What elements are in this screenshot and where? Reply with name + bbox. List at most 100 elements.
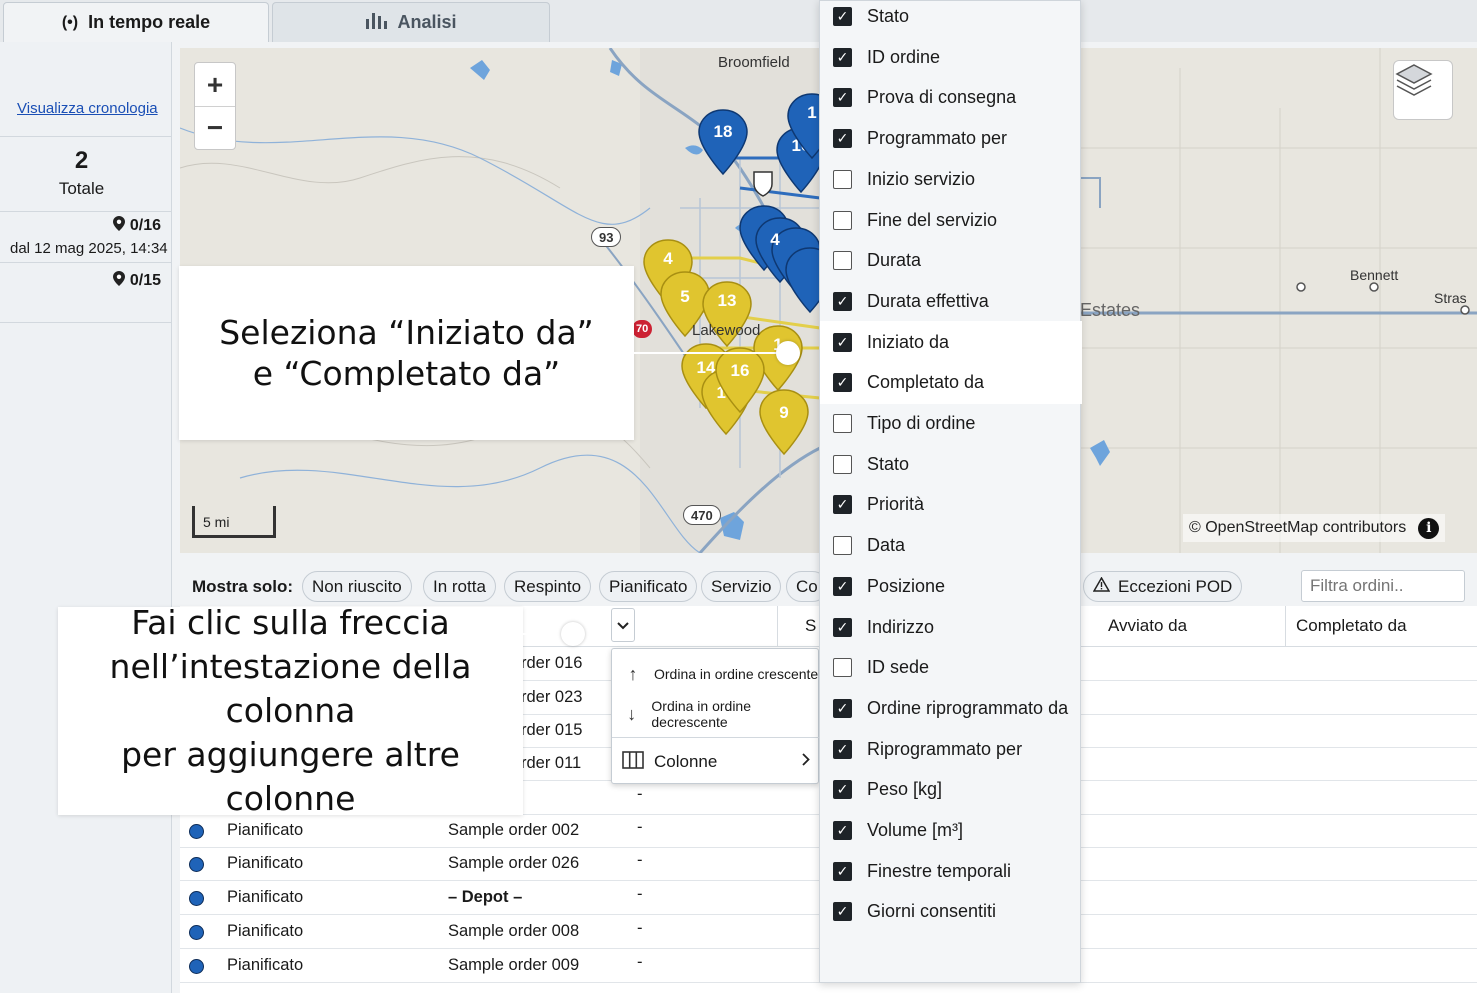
arrow-up-icon: ↑ xyxy=(628,663,638,684)
route-start-time: dal 12 mag 2025, 14:34 xyxy=(10,240,168,257)
callout-pointer xyxy=(776,341,800,365)
checkbox-checked[interactable]: ✓ xyxy=(833,902,852,922)
route-progress-2-value: 0/15 xyxy=(129,272,161,289)
column-option[interactable]: ✓ Durata effettiva xyxy=(820,281,1082,322)
cell-value: - xyxy=(637,818,643,836)
view-history-link[interactable]: Visualizza cronologia xyxy=(17,100,158,117)
column-option[interactable]: Data xyxy=(820,525,1082,566)
column-option-label: Finestre temporali xyxy=(867,860,1012,881)
tab-bar: (•) In tempo reale Analisi xyxy=(0,0,1477,42)
column-option[interactable]: Inizio servizio xyxy=(820,159,1082,200)
divider xyxy=(0,322,172,323)
column-option[interactable]: ✓ Riprogrammato per xyxy=(820,729,1082,770)
checkbox-checked[interactable]: ✓ xyxy=(833,821,852,840)
checkbox-checked[interactable]: ✓ xyxy=(833,780,852,800)
column-option[interactable]: Stato xyxy=(820,444,1082,485)
checkbox-checked[interactable]: ✓ xyxy=(833,7,852,26)
filter-chip-pod-exceptions[interactable]: Eccezioni POD xyxy=(1083,571,1243,602)
column-option[interactable]: ✓ Completato da xyxy=(820,362,1082,404)
column-option[interactable]: ✓ Stato xyxy=(820,0,1082,37)
cell-value: - xyxy=(637,919,643,937)
columns-submenu-item[interactable]: Colonne xyxy=(612,739,820,785)
column-option[interactable]: ✓ Posizione xyxy=(820,566,1082,607)
column-option[interactable]: ✓ Prova di consegna xyxy=(820,77,1082,118)
tab-realtime-label: In tempo reale xyxy=(88,12,211,32)
checkbox-checked[interactable]: ✓ xyxy=(833,332,852,352)
tab-analytics[interactable]: Analisi xyxy=(272,2,550,42)
map-scale: 5 mi xyxy=(192,506,276,538)
column-option-label: Posizione xyxy=(867,575,946,596)
route-progress-1[interactable]: 0/16 xyxy=(113,216,161,235)
status-dot xyxy=(189,857,204,872)
checkbox-checked[interactable]: ✓ xyxy=(833,47,852,67)
column-option[interactable]: ✓ Priorità xyxy=(820,484,1082,525)
column-header-started-by[interactable]: Avviato da xyxy=(1108,616,1187,636)
filter-chip-pod-label: Eccezioni POD xyxy=(1118,576,1233,596)
cell-value: - xyxy=(637,953,643,971)
callout-line: Fai clic sulla freccia xyxy=(131,603,450,642)
checkbox-checked[interactable]: ✓ xyxy=(833,698,852,718)
layers-button[interactable] xyxy=(1393,60,1453,120)
checkbox-unchecked[interactable] xyxy=(833,658,852,678)
filter-chip-service[interactable]: Servizio xyxy=(701,571,782,602)
tab-realtime[interactable]: (•) In tempo reale xyxy=(3,2,269,42)
column-option[interactable]: ✓ Indirizzo xyxy=(820,607,1082,648)
column-option[interactable]: ✓ Finestre temporali xyxy=(820,851,1082,892)
column-option[interactable]: Fine del servizio xyxy=(820,200,1082,241)
svg-text:9: 9 xyxy=(779,403,788,422)
zoom-in-button[interactable]: + xyxy=(195,63,235,106)
sort-ascending-item[interactable]: ↑ Ordina in ordine crescente xyxy=(612,657,820,691)
column-header-completed-by[interactable]: Completato da xyxy=(1296,616,1407,636)
column-option-label: ID sede xyxy=(867,657,930,678)
checkbox-unchecked[interactable] xyxy=(833,414,852,433)
order-filter-input[interactable] xyxy=(1301,570,1465,602)
checkbox-checked[interactable]: ✓ xyxy=(833,739,852,759)
checkbox-unchecked[interactable] xyxy=(833,210,852,230)
callout-text: Seleziona “Iniziato da” e “Completato da… xyxy=(219,312,594,394)
filter-chip-en-route[interactable]: In rotta xyxy=(423,571,496,602)
checkbox-checked[interactable]: ✓ xyxy=(833,495,852,515)
sort-descending-item[interactable]: ↓ Ordina in ordine decrescente xyxy=(612,697,820,731)
columns-panel: ✓ Stato ✓ ID ordine ✓ Prova di consegna ✓ Progr… xyxy=(819,0,1082,983)
checkbox-unchecked[interactable] xyxy=(833,251,852,271)
checkbox-checked[interactable]: ✓ xyxy=(833,88,852,108)
place-label: Stras xyxy=(1434,290,1467,306)
checkbox-unchecked[interactable] xyxy=(833,169,852,189)
column-option[interactable]: ID sede xyxy=(820,647,1082,688)
checkbox-checked[interactable]: ✓ xyxy=(833,129,852,149)
checkbox-checked[interactable]: ✓ xyxy=(833,291,852,311)
order-name: Sample order 026 xyxy=(448,854,580,872)
filter-chip-failed[interactable]: Non riuscito xyxy=(302,571,412,602)
column-option-label: Peso [kg] xyxy=(867,779,943,800)
instruction-callout-arrow: Fai clic sulla freccia nell’intestazione… xyxy=(58,603,523,818)
callout-line: e “Completato da” xyxy=(252,354,561,393)
column-option[interactable]: ✓ Volume [m³] xyxy=(820,810,1082,851)
place-label: Bennett xyxy=(1350,267,1399,283)
column-option[interactable]: ✓ Iniziato da xyxy=(820,321,1082,363)
checkbox-checked[interactable]: ✓ xyxy=(833,373,852,393)
column-header-partial[interactable]: S xyxy=(805,616,816,636)
checkbox-unchecked[interactable] xyxy=(833,536,852,556)
column-option[interactable]: ✓ Programmato per xyxy=(820,118,1082,159)
column-option[interactable]: ✓ ID ordine xyxy=(820,37,1082,78)
column-option[interactable]: Durata xyxy=(820,240,1082,281)
column-option[interactable]: ✓ Peso [kg] xyxy=(820,769,1082,810)
column-option[interactable]: ✓ Giorni consentiti xyxy=(820,891,1082,932)
checkbox-checked[interactable]: ✓ xyxy=(833,617,852,637)
order-name: Sample order 009 xyxy=(448,956,580,974)
zoom-out-button[interactable]: − xyxy=(195,106,235,149)
callout-leader-line xyxy=(634,352,788,354)
route-progress-2[interactable]: 0/15 xyxy=(113,271,161,290)
info-icon[interactable]: i xyxy=(1418,517,1440,539)
column-context-menu: ↑ Ordina in ordine crescente ↓ Ordina in… xyxy=(611,648,820,785)
column-menu-button[interactable] xyxy=(611,608,635,642)
checkbox-checked[interactable]: ✓ xyxy=(833,861,852,881)
filter-chip-planned[interactable]: Pianificato xyxy=(599,571,698,602)
column-option-label: Giorni consentiti xyxy=(867,901,997,922)
column-option[interactable]: Tipo di ordine xyxy=(820,403,1082,444)
column-option[interactable]: ✓ Ordine riprogrammato da xyxy=(820,688,1082,729)
checkbox-unchecked[interactable] xyxy=(833,454,852,474)
filter-chip-rejected[interactable]: Respinto xyxy=(504,571,592,602)
checkbox-checked[interactable]: ✓ xyxy=(833,576,852,596)
columns-submenu-label: Colonne xyxy=(654,752,718,771)
